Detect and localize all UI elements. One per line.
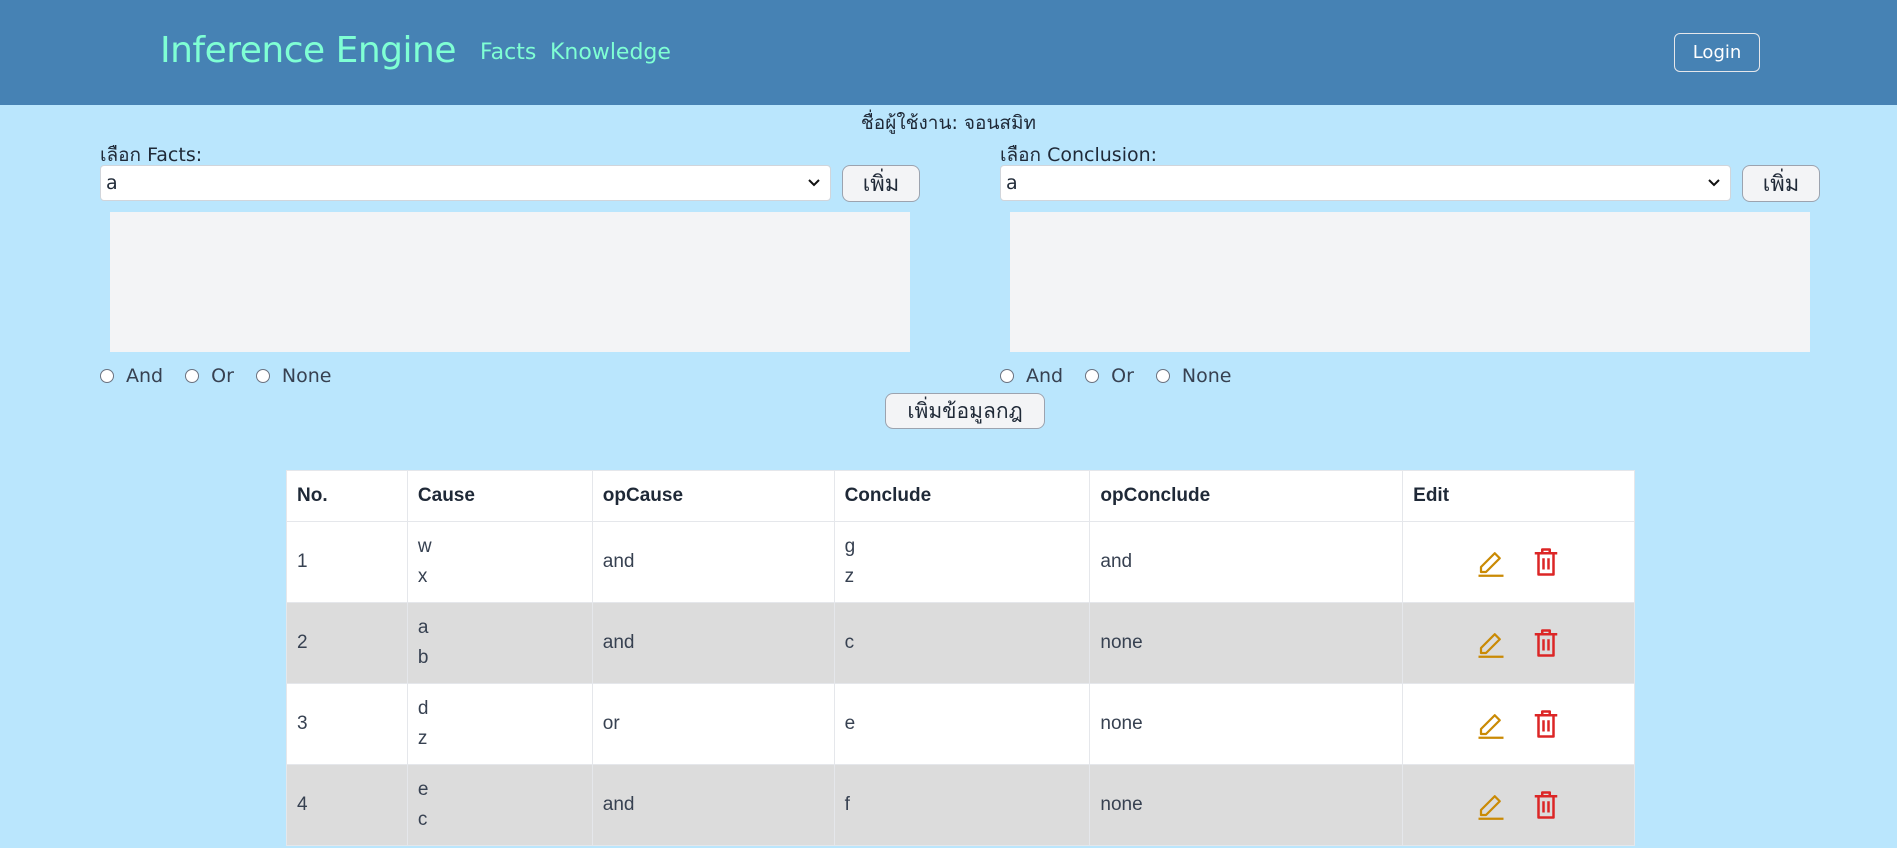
- cause-item: c: [417, 809, 428, 830]
- table-row: 3 dz or e none: [286, 683, 1635, 765]
- cell-cause: ab: [406, 602, 593, 684]
- cause-item: e: [417, 779, 429, 800]
- conclusion-radio-none[interactable]: [1155, 369, 1170, 383]
- cell-edit: [1402, 602, 1635, 684]
- conclusion-radio-and[interactable]: [1000, 369, 1014, 383]
- navbar: Inference Engine Facts Knowledge Login: [0, 0, 1897, 105]
- cell-no: 2: [286, 602, 408, 684]
- nav-link-knowledge[interactable]: Knowledge: [550, 40, 671, 65]
- conclude-item: e: [844, 713, 856, 734]
- facts-radio-and-label: And: [126, 365, 164, 387]
- cell-edit: [1402, 521, 1635, 603]
- conclusion-list-box[interactable]: [1010, 212, 1810, 352]
- pencil-icon[interactable]: [1476, 628, 1506, 658]
- facts-radio-none[interactable]: [255, 369, 270, 383]
- username-label: ชื่อผู้ใช้งาน: จอนสมิท: [860, 112, 1037, 134]
- cause-item: d: [417, 698, 429, 719]
- trash-icon[interactable]: [1531, 709, 1561, 739]
- chevron-down-icon: [808, 179, 820, 187]
- trash-icon[interactable]: [1531, 628, 1561, 658]
- cell-cause: wx: [406, 521, 593, 603]
- facts-radio-or-label: Or: [211, 365, 234, 387]
- cell-no: 3: [286, 683, 408, 765]
- pencil-icon[interactable]: [1476, 790, 1506, 820]
- facts-radio-or[interactable]: [185, 369, 200, 383]
- cell-opcause: and: [591, 602, 835, 684]
- header-cause: Cause: [406, 470, 593, 522]
- conclusion-radio-none-label: None: [1181, 365, 1232, 387]
- conclusion-select-value: a: [1006, 172, 1018, 194]
- cell-opcause: and: [591, 764, 835, 846]
- cause-item: w: [417, 536, 432, 557]
- facts-select-value: a: [106, 172, 118, 194]
- rules-table: No. Cause opCause Conclude opConclude Ed…: [286, 470, 1635, 846]
- facts-select[interactable]: a: [100, 165, 831, 201]
- facts-radio-and[interactable]: [100, 369, 114, 383]
- conclusion-select[interactable]: a: [1000, 165, 1731, 201]
- brand-title[interactable]: Inference Engine: [160, 30, 457, 71]
- header-edit: Edit: [1402, 470, 1635, 522]
- pencil-icon[interactable]: [1476, 709, 1506, 739]
- trash-icon[interactable]: [1531, 790, 1561, 820]
- conclusion-radio-and-label: And: [1026, 365, 1064, 387]
- table-row: 4 ec and f none: [286, 764, 1635, 846]
- cell-conclude: e: [833, 683, 1091, 765]
- cell-cause: dz: [406, 683, 593, 765]
- trash-icon[interactable]: [1531, 547, 1561, 577]
- header-opconclude: opConclude: [1089, 470, 1404, 522]
- conclusion-radio-or[interactable]: [1085, 369, 1100, 383]
- header-no: No.: [286, 470, 408, 522]
- conclusion-radio-or-label: Or: [1111, 365, 1134, 387]
- header-conclude: Conclude: [833, 470, 1091, 522]
- add-rule-button[interactable]: เพิ่มข้อมูลกฎ: [885, 393, 1045, 429]
- nav-link-facts[interactable]: Facts: [480, 40, 536, 65]
- add-conclusion-button[interactable]: เพิ่ม: [1742, 165, 1820, 202]
- cell-conclude: gz: [833, 521, 1091, 603]
- facts-operator-radios: And Or None: [100, 365, 353, 387]
- cell-edit: [1402, 764, 1635, 846]
- cell-opcause: and: [591, 521, 835, 603]
- facts-list-box[interactable]: [110, 212, 910, 352]
- cell-opconclude: none: [1089, 602, 1404, 684]
- header-opcause: opCause: [591, 470, 835, 522]
- cause-item: b: [417, 647, 429, 668]
- pencil-icon[interactable]: [1476, 547, 1506, 577]
- add-fact-button[interactable]: เพิ่ม: [842, 165, 920, 202]
- cell-edit: [1402, 683, 1635, 765]
- login-button[interactable]: Login: [1674, 33, 1760, 72]
- cell-conclude: c: [833, 602, 1091, 684]
- cell-conclude: f: [833, 764, 1091, 846]
- chevron-down-icon: [1708, 179, 1720, 187]
- cause-item: a: [417, 617, 429, 638]
- table-header-row: No. Cause opCause Conclude opConclude Ed…: [286, 470, 1635, 522]
- cell-opcause: or: [591, 683, 835, 765]
- cell-opconclude: none: [1089, 764, 1404, 846]
- cause-item: z: [417, 728, 428, 749]
- cause-item: x: [417, 566, 428, 587]
- cell-cause: ec: [406, 764, 593, 846]
- conclude-item: f: [844, 794, 850, 815]
- cell-opconclude: and: [1089, 521, 1404, 603]
- conclusion-operator-radios: And Or None: [1000, 365, 1253, 387]
- table-row: 1 wx and gz and: [286, 521, 1635, 603]
- conclude-item: z: [844, 566, 855, 587]
- facts-radio-none-label: None: [281, 365, 332, 387]
- cell-no: 1: [286, 521, 408, 603]
- conclude-item: c: [844, 632, 855, 653]
- cell-no: 4: [286, 764, 408, 846]
- table-row: 2 ab and c none: [286, 602, 1635, 684]
- cell-opconclude: none: [1089, 683, 1404, 765]
- conclude-item: g: [844, 536, 856, 557]
